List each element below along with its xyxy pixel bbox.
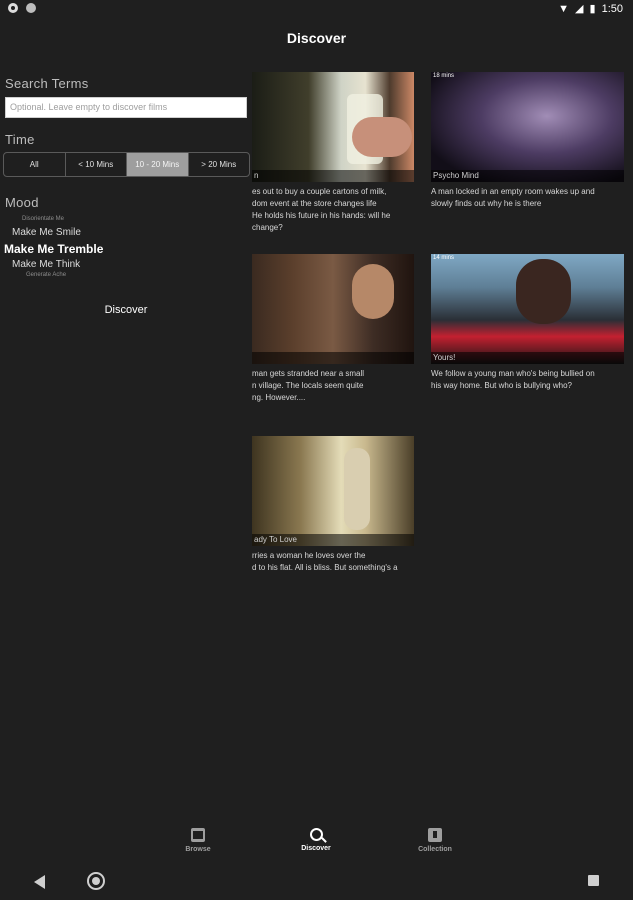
back-icon[interactable] xyxy=(34,875,45,889)
discover-panel: Search Terms Optional. Leave empty to di… xyxy=(0,64,252,824)
wifi-icon: ▼ xyxy=(558,2,570,15)
clock: 1:50 xyxy=(601,2,623,15)
film-card[interactable]: 14 mins Yours! We follow a young man who… xyxy=(431,254,624,392)
time-option-10-20[interactable]: 10 - 20 Mins xyxy=(127,153,189,176)
signal-icon: ◢ xyxy=(575,3,584,15)
film-title: Yours! xyxy=(431,352,624,364)
discover-button[interactable]: Discover xyxy=(0,304,252,316)
search-input[interactable]: Optional. Leave empty to discover films xyxy=(5,97,247,118)
film-title: Psycho Mind xyxy=(431,170,624,182)
film-description: A man locked in an empty room wakes up a… xyxy=(431,187,595,208)
mood-option-tremble[interactable]: Make Me Tremble xyxy=(4,242,103,256)
home-icon[interactable] xyxy=(87,872,105,890)
film-thumbnail: ady To Love xyxy=(252,436,414,546)
time-filter: All < 10 Mins 10 - 20 Mins > 20 Mins xyxy=(3,152,250,177)
status-bar: ▼ ◢ ▮ 1:50 xyxy=(0,0,633,18)
film-card[interactable]: n es out to buy a couple cartons of milk… xyxy=(252,72,414,234)
time-option-under-10[interactable]: < 10 Mins xyxy=(66,153,127,176)
film-duration: 18 mins xyxy=(433,73,455,79)
film-title xyxy=(252,352,414,364)
film-description: es out to buy a couple cartons of milk, … xyxy=(252,187,391,232)
film-description: We follow a young man who's being bullie… xyxy=(431,369,595,390)
film-thumbnail: n xyxy=(252,72,414,182)
film-card[interactable]: man gets stranded near a small n village… xyxy=(252,254,414,404)
search-icon xyxy=(309,828,323,841)
film-description: rries a woman he loves over the d to his… xyxy=(252,551,398,572)
recents-icon[interactable] xyxy=(588,875,599,886)
film-icon xyxy=(191,828,205,842)
nav-browse-label: Browse xyxy=(185,846,211,853)
film-thumbnail xyxy=(252,254,414,364)
download-icon xyxy=(428,828,442,842)
time-option-all[interactable]: All xyxy=(4,153,66,176)
time-label: Time xyxy=(5,132,35,147)
settings-icon xyxy=(8,3,18,13)
mood-option-think[interactable]: Make Me Think xyxy=(12,259,80,270)
nav-discover[interactable]: Discover xyxy=(276,828,356,852)
film-duration: 14 mins xyxy=(433,255,455,261)
mood-label: Mood xyxy=(5,195,39,210)
page-title: Discover xyxy=(286,30,347,46)
film-card[interactable]: ady To Love rries a woman he loves over … xyxy=(252,436,414,574)
nav-discover-label: Discover xyxy=(301,845,331,852)
bottom-navigation: Browse Discover Collection xyxy=(0,824,633,864)
film-description: man gets stranded near a small n village… xyxy=(252,369,365,402)
mood-option-below[interactable]: Generate Ache xyxy=(26,272,66,278)
nav-browse[interactable]: Browse xyxy=(158,828,238,853)
battery-icon: ▮ xyxy=(589,3,596,15)
search-terms-label: Search Terms xyxy=(5,76,89,91)
film-title: n xyxy=(252,170,414,182)
film-title: ady To Love xyxy=(252,534,414,546)
film-thumbnail: 18 mins Psycho Mind xyxy=(431,72,624,182)
mood-option-above[interactable]: Disorientate Me xyxy=(22,216,64,222)
film-thumbnail: 14 mins Yours! xyxy=(431,254,624,364)
system-navigation xyxy=(0,866,633,900)
time-option-over-20[interactable]: > 20 Mins xyxy=(189,153,250,176)
nav-collection[interactable]: Collection xyxy=(395,828,475,853)
notification-icon xyxy=(26,3,36,13)
nav-collection-label: Collection xyxy=(418,846,452,853)
mood-option-smile[interactable]: Make Me Smile xyxy=(12,227,81,238)
film-card[interactable]: 18 mins Psycho Mind A man locked in an e… xyxy=(431,72,624,210)
